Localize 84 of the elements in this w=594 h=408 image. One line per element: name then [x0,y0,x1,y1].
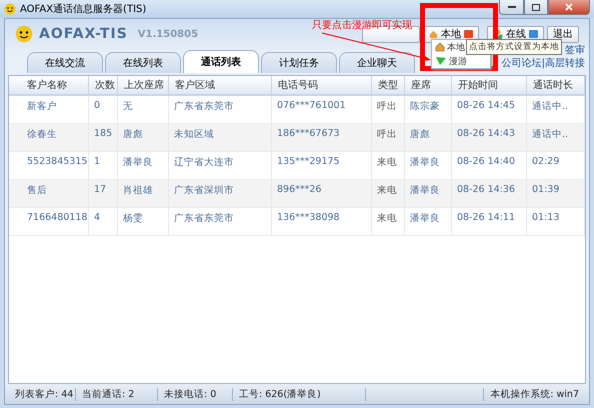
tab[interactable]: 通话列表 [183,50,259,73]
table-cell: 通话中.. [527,96,585,123]
table-cell: 来电 [372,152,405,179]
table-cell: 08-26 14:43 [452,124,527,151]
table-cell: 08-26 14:36 [452,180,527,207]
table-cell: 01:39 [527,180,585,207]
close-button[interactable] [548,0,590,15]
exit-button[interactable]: 退出 [547,26,579,42]
annotation-text: 只要点击漫游即可实现 [312,18,412,32]
maximize-button[interactable] [524,0,548,15]
table-cell: 新客户 [9,96,89,123]
column-header[interactable]: 座席 [405,76,452,94]
table-cell: 0 [89,96,118,123]
table-cell: 896***26 [272,180,372,207]
window-title: AOFAX通话信息服务器(TIS) [20,2,146,16]
table-cell: 08-26 14:45 [452,96,527,123]
tab[interactable]: 在线列表 [105,52,181,73]
table-cell: 潘举良 [405,152,452,179]
link[interactable]: 公司论坛|高层转接 [502,57,585,70]
tab[interactable]: 在线交流 [27,52,103,73]
table-cell: 售后 [9,180,89,207]
column-header[interactable]: 次数 [89,76,118,94]
column-header[interactable]: 类型 [372,76,405,94]
status-text: 当前通话: 2 [76,388,158,400]
caret-icon [529,30,538,38]
table-cell: 呼出 [372,124,405,151]
table-cell: 076***761001 [272,96,372,123]
table-cell: 徐春生 [9,124,89,151]
tab[interactable]: 计划任务 [261,52,337,73]
status-text: 本机操作系统: win7 [483,388,585,400]
column-header[interactable]: 开始时间 [452,76,527,94]
table-cell: 杨雯 [118,208,169,235]
caret-icon [464,30,473,38]
smiley-icon [4,3,16,15]
status-text: 工号: 626(潘举良) [233,388,366,400]
table-cell: 潘举良 [405,208,452,235]
table-cell: 唐彪 [118,124,169,151]
column-header[interactable]: 电话号码 [272,76,372,94]
table-cell: 4 [89,208,118,235]
table-cell: 广东省东莞市 [169,208,272,235]
maximize-icon [532,4,540,10]
table-cell: 广东省东莞市 [169,96,272,123]
table-cell: 辽宁省大连市 [169,152,272,179]
table-cell: 来电 [372,208,405,235]
column-header[interactable]: 客户区域 [169,76,272,94]
table-cell: 潘举良 [405,180,452,207]
column-header[interactable]: 通话时长 [527,76,585,94]
table-cell: 未知区域 [169,124,272,151]
table-cell: 通话中.. [527,124,585,151]
table-cell: 潘举良 [118,152,169,179]
table-cell: 7166480118 [9,208,89,235]
table-cell: 无 [118,96,169,123]
table-cell: 陈宗豪 [405,96,452,123]
link[interactable]: 签审 [565,44,585,57]
table-cell: 08-26 14:40 [452,152,527,179]
table-cell: 136***38098 [272,208,372,235]
status-text: 未接电话: 0 [158,388,233,400]
table-cell: 广东省深圳市 [169,180,272,207]
table-cell: 1 [89,152,118,179]
table-cell: 135***29175 [272,152,372,179]
table-cell: 唐彪 [405,124,452,151]
menu-item[interactable]: 漫游 [432,54,490,68]
table-cell: 来电 [372,180,405,207]
table-cell: 185 [89,124,118,151]
column-header[interactable]: 客户名称 [9,76,89,94]
smiley-icon [15,25,33,43]
flag-icon [435,56,447,66]
table-cell: 01:13 [527,208,585,235]
table-cell: 5523845315 [9,152,89,179]
table-cell: 08-26 14:11 [452,208,527,235]
app-logo: AOFAX-TIS [39,26,128,42]
minimize-button[interactable] [499,0,524,15]
table-cell: 02:29 [527,152,585,179]
column-header[interactable]: 上次座席 [118,76,169,94]
version-label: V1.150805 [138,28,198,40]
tooltip: 点击将方式设置为本地 [466,39,562,55]
table-cell: 呼出 [372,96,405,123]
tab[interactable]: 企业聊天 [339,52,415,73]
close-icon [565,3,573,11]
status-text: 列表客户: 44 [9,388,76,400]
minimize-icon [508,6,516,8]
table-cell: 186***67673 [272,124,372,151]
table-cell: 17 [89,180,118,207]
table-cell: 肖祖雄 [118,180,169,207]
